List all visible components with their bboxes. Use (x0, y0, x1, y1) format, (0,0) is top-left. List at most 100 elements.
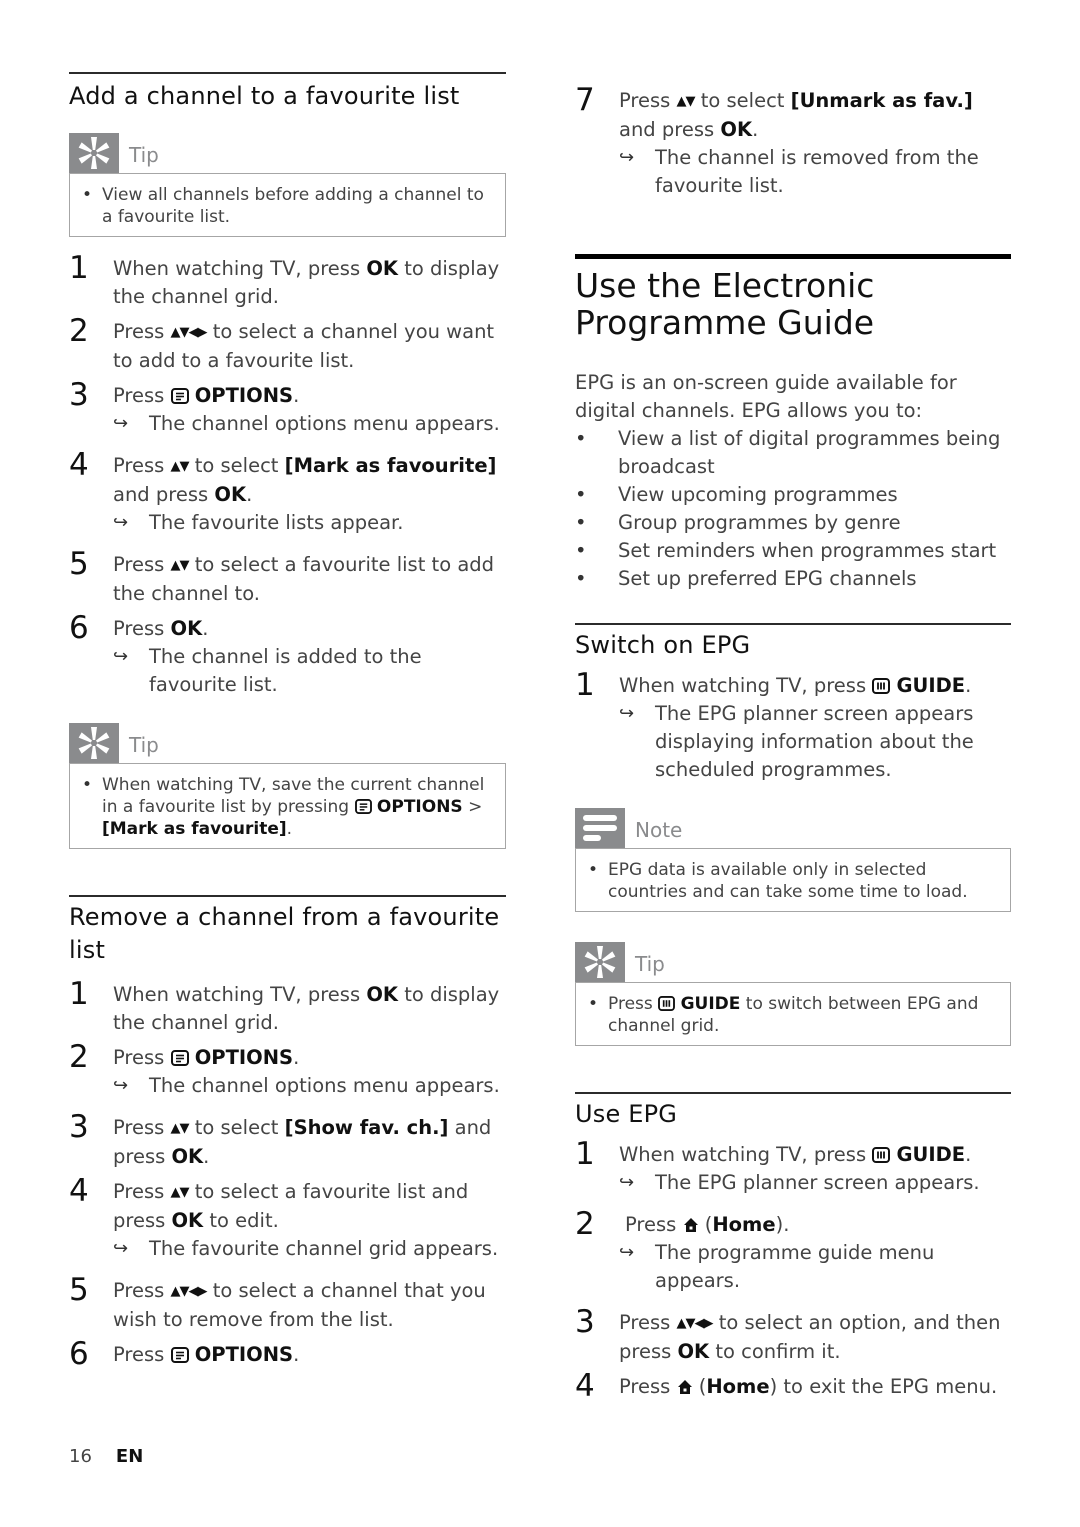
tip-header: Tip (575, 942, 1011, 982)
tip-header: Tip (69, 723, 506, 763)
step: 4 Press (Home) to exit the EPG menu. (575, 1368, 1011, 1404)
tip-header: Tip (69, 133, 506, 173)
step-text: to select (694, 89, 791, 112)
page-number: 16 (69, 1446, 92, 1467)
step-number: 1 (575, 1136, 595, 1172)
options-icon (171, 1347, 189, 1363)
options-icon (355, 799, 372, 814)
result-arrow-icon: ↪ (113, 1238, 129, 1259)
key-ok: OK (171, 1209, 204, 1232)
step-text: Press (625, 1213, 683, 1236)
key-home: Home (712, 1213, 776, 1236)
step-result: ↪ The EPG planner screen appears displayi… (619, 700, 1011, 784)
step-result: ↪ The channel is removed from the favouri… (619, 144, 1011, 200)
step-number: 5 (69, 546, 89, 582)
section-divider (69, 72, 506, 74)
step-text: Press (113, 1180, 171, 1203)
step-text: . (202, 617, 209, 640)
list-item: View upcoming programmes (575, 481, 1011, 509)
key-ok: OK (170, 617, 203, 640)
step: 2 Press OPTIONS. ↪ The channel options me… (69, 1039, 506, 1100)
step-text: Press (113, 454, 171, 477)
step-text: Press (113, 384, 171, 407)
tip-label: Tip (129, 733, 159, 757)
step-text: . (293, 384, 300, 407)
step-number: 3 (69, 377, 89, 413)
step-text: Press (619, 1375, 677, 1398)
step-result: ↪ The EPG planner screen appears. (619, 1169, 1011, 1197)
right-column: 7 Press ▲▼ to select [Unmark as fav.] an… (575, 0, 1011, 1404)
key-options: OPTIONS (194, 1046, 294, 1069)
step-number: 3 (69, 1109, 89, 1145)
result-arrow-icon: ↪ (619, 1242, 635, 1263)
step-text: When watching TV, press (113, 983, 367, 1006)
note-box: Note EPG data is available only in selec… (575, 808, 1011, 912)
result-text: The channel options menu appears. (149, 412, 500, 435)
note-text: EPG data is available only in selected c… (588, 859, 998, 903)
step-result: ↪ The channel options menu appears. (113, 1072, 506, 1100)
step: 3 Press ▲▼◀▶ to select an option, and th… (575, 1304, 1011, 1366)
step-number: 4 (575, 1368, 595, 1404)
up-down-arrows-icon: ▲▼ (170, 1185, 190, 1200)
step-text: Press (113, 617, 171, 640)
key-ok: OK (720, 118, 753, 141)
home-icon (677, 1379, 693, 1395)
step-result: ↪ The favourite channel grid appears. (113, 1235, 506, 1263)
key-home: Home (706, 1375, 770, 1398)
up-down-arrows-icon: ▲▼ (170, 1121, 190, 1136)
result-text: The EPG planner screen appears displayin… (655, 702, 974, 781)
step-result: ↪ The channel options menu appears. (113, 410, 506, 438)
key-ok: OK (366, 257, 398, 280)
step-text: When watching TV, press (619, 1143, 873, 1166)
tip-text: Press GUIDE to switch between EPG and ch… (588, 993, 998, 1037)
section-title-switch-on-epg: Switch on EPG (575, 631, 751, 659)
navigation-arrows-icon: ▲▼◀▶ (676, 1316, 714, 1331)
step: 2 Press ▲▼◀▶ to select a channel you wan… (69, 313, 506, 375)
step-result: ↪ The programme guide menu appears. (619, 1239, 1011, 1295)
step-result: ↪ The favourite lists appear. (113, 509, 506, 537)
step-text: . (203, 1145, 210, 1168)
options-icon (171, 388, 189, 404)
key-ok: OK (677, 1340, 710, 1363)
add-favourite-steps: 1 When watching TV, press OK to display … (69, 250, 506, 699)
menu-option: [Unmark as fav.] (790, 89, 973, 112)
result-text: The EPG planner screen appears. (655, 1171, 980, 1194)
result-arrow-icon: ↪ (113, 1075, 129, 1096)
step-text: . (965, 1143, 972, 1166)
step-text: Press (113, 1046, 171, 1069)
up-down-arrows-icon: ▲▼ (170, 459, 190, 474)
step-text: . (293, 1046, 300, 1069)
step-text: and press (619, 118, 721, 141)
remove-favourite-steps: 1 When watching TV, press OK to display … (69, 976, 506, 1372)
home-icon (683, 1217, 699, 1233)
section-divider (575, 623, 1011, 625)
step: 1 When watching TV, press OK to display … (69, 976, 506, 1037)
up-down-arrows-icon: ▲▼ (170, 558, 190, 573)
tip-box: Tip When watching TV, save the current c… (69, 723, 506, 849)
tip-label: Tip (635, 952, 665, 976)
step-text: to select (188, 1116, 285, 1139)
tip-text: When watching TV, save the current chann… (82, 774, 493, 840)
key-options: OPTIONS (376, 797, 463, 817)
tip-text-part: Press (608, 994, 659, 1014)
step: 5 Press ▲▼◀▶ to select a channel that yo… (69, 1272, 506, 1334)
step: 7 Press ▲▼ to select [Unmark as fav.] an… (575, 82, 1011, 200)
chapter-title: Use the Electronic Programme Guide (575, 266, 875, 342)
step-text: to select (188, 454, 285, 477)
step: 3 Press ▲▼ to select [Show fav. ch.] and… (69, 1109, 506, 1171)
step-number: 6 (69, 1336, 89, 1372)
tip-icon (69, 133, 119, 173)
tip-box: Tip Press GUIDE to switch between EPG an… (575, 942, 1011, 1046)
result-arrow-icon: ↪ (113, 413, 129, 434)
left-column: Add a channel to a favourite list Tip Vi… (69, 0, 506, 1372)
result-text: The channel is added to the favourite li… (149, 645, 422, 696)
tip-content: When watching TV, save the current chann… (69, 763, 506, 849)
menu-option: [Show fav. ch.] (284, 1116, 449, 1139)
key-guide: GUIDE (896, 674, 966, 697)
use-epg-steps: 1 When watching TV, press GUIDE. ↪ The EP… (575, 1136, 1011, 1404)
result-text: The favourite channel grid appears. (149, 1237, 499, 1260)
page-footer: 16 EN (69, 1446, 143, 1467)
note-icon (575, 808, 625, 848)
step-text: . (965, 674, 972, 697)
step-text: and press (113, 483, 215, 506)
